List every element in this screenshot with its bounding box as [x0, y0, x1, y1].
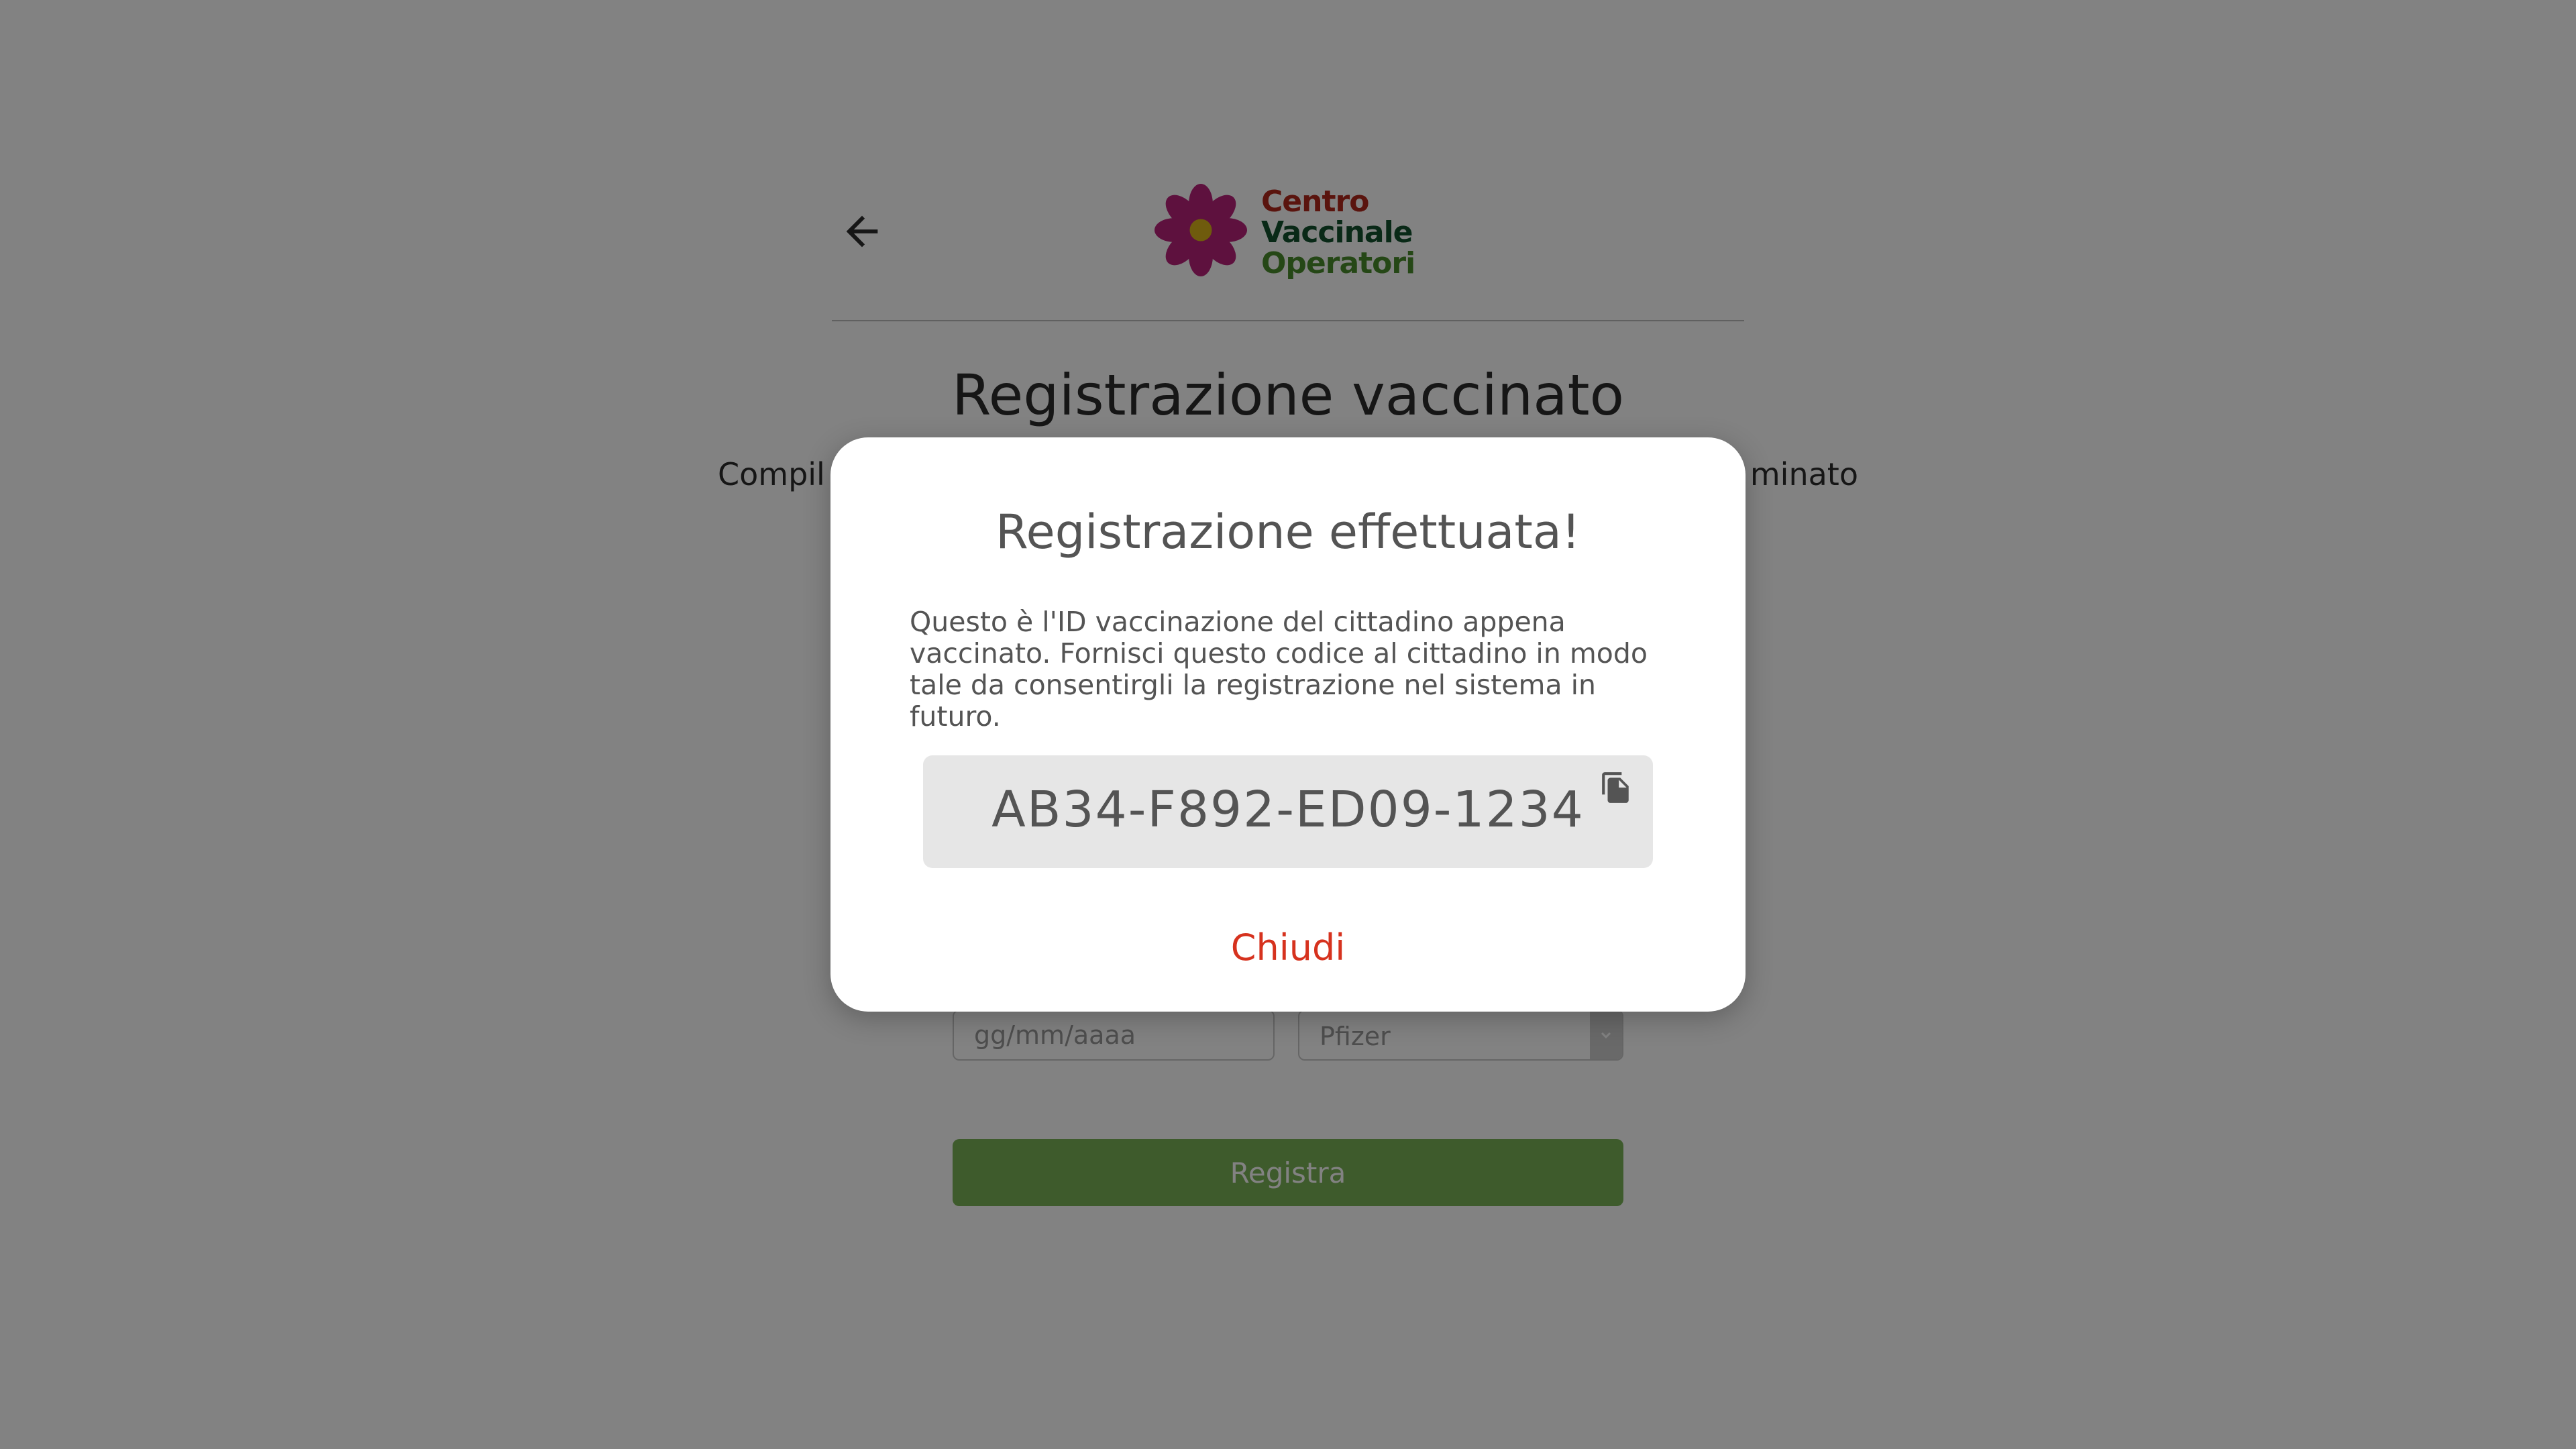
dialog-message: Questo è l'ID vaccinazione del cittadino…	[910, 606, 1648, 733]
vaccination-id-code: AB34-F892-ED09-1234	[991, 781, 1585, 839]
copy-icon[interactable]	[1599, 769, 1633, 806]
dialog-title: Registrazione effettuata!	[996, 504, 1580, 559]
success-dialog: Registrazione effettuata! Questo è l'ID …	[830, 437, 1746, 1012]
close-button[interactable]: Chiudi	[830, 926, 1746, 969]
vaccination-id-box: AB34-F892-ED09-1234	[923, 755, 1653, 868]
